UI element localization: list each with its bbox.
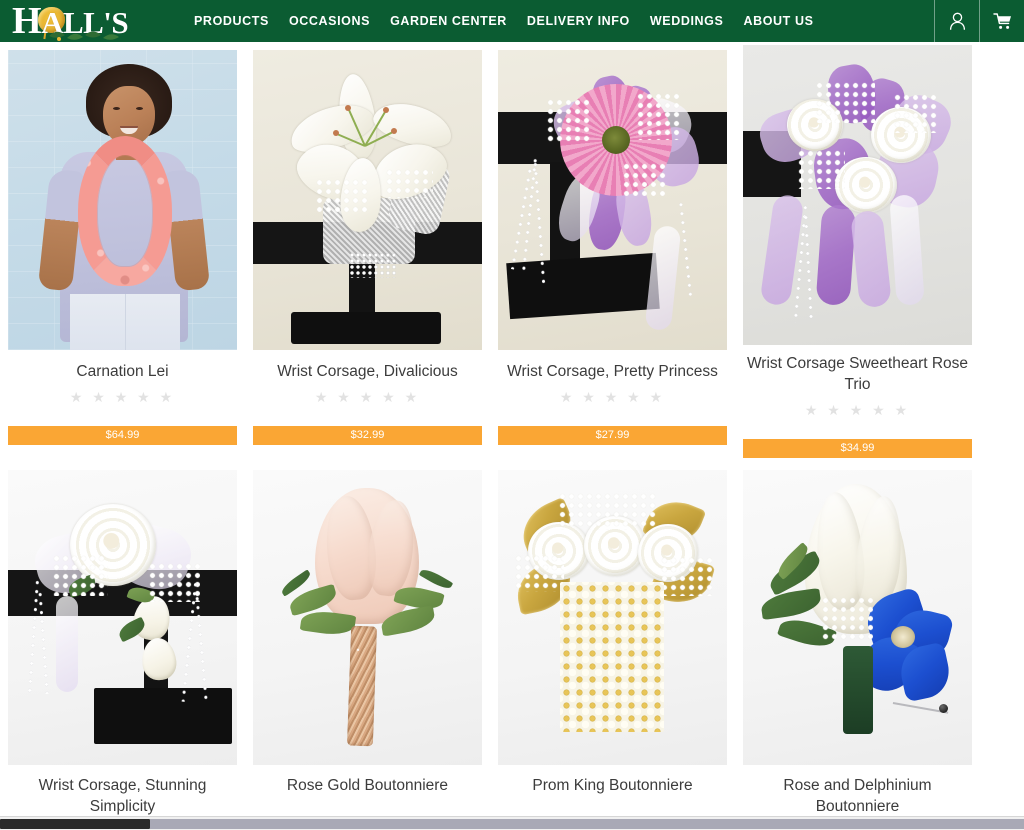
product-card[interactable]: Rose Gold Boutonniere (245, 458, 490, 819)
nav-item-weddings[interactable]: WEDDINGS (649, 11, 725, 31)
scrollbar-thumb[interactable] (0, 819, 150, 829)
nav-item-products[interactable]: PRODUCTS (193, 11, 270, 31)
product-grid: Carnation Lei ★ ★ ★ ★ ★ $64.99 Wrist Cor… (0, 42, 1024, 819)
product-card[interactable]: Wrist Corsage, Divalicious ★ ★ ★ ★ ★ $32… (245, 42, 490, 458)
product-image-carnation-lei[interactable] (8, 50, 237, 350)
product-title[interactable]: Wrist Corsage, Stunning Simplicity (10, 775, 235, 817)
site-logo[interactable]: HALL'S (0, 0, 188, 42)
product-card[interactable]: Wrist Corsage, Stunning Simplicity (0, 458, 245, 819)
product-image-prom-king-boutonniere[interactable] (498, 470, 727, 765)
product-title[interactable]: Wrist Corsage Sweetheart Rose Trio (745, 353, 970, 395)
nav-item-about-us[interactable]: ABOUT US (742, 11, 814, 31)
product-price[interactable]: $64.99 (8, 426, 237, 445)
account-button[interactable] (934, 0, 979, 42)
header-actions (934, 0, 1024, 42)
leaves-decoration-icon (49, 31, 119, 41)
product-image-wrist-corsage-pretty-princess[interactable] (498, 50, 727, 350)
nav-item-occasions[interactable]: OCCASIONS (288, 11, 371, 31)
product-card[interactable]: Prom King Boutonniere (490, 458, 735, 819)
product-title[interactable]: Rose and Delphinium Boutonniere (745, 775, 970, 817)
product-image-wrist-corsage-stunning-simplicity[interactable] (8, 470, 237, 765)
product-image-wrist-corsage-sweetheart-rose-trio[interactable] (743, 45, 972, 345)
product-title[interactable]: Carnation Lei (10, 361, 235, 382)
product-title[interactable]: Rose Gold Boutonniere (255, 775, 480, 796)
product-row: Carnation Lei ★ ★ ★ ★ ★ $64.99 Wrist Cor… (0, 42, 1024, 458)
product-title[interactable]: Prom King Boutonniere (500, 775, 725, 796)
product-rating-stars[interactable]: ★ ★ ★ ★ ★ (315, 390, 420, 404)
product-rating-stars[interactable]: ★ ★ ★ ★ ★ (805, 403, 910, 417)
page-root: HALL'S PRODUCTS OCCASIONS GARDEN CENTER … (0, 0, 1024, 830)
product-price[interactable]: $32.99 (253, 426, 482, 445)
product-card[interactable]: Wrist Corsage Sweetheart Rose Trio ★ ★ ★… (735, 42, 980, 458)
product-image-rose-and-delphinium-boutonniere[interactable] (743, 470, 972, 765)
product-rating-stars[interactable]: ★ ★ ★ ★ ★ (70, 390, 175, 404)
product-image-rose-gold-boutonniere[interactable] (253, 470, 482, 765)
main-navigation: PRODUCTS OCCASIONS GARDEN CENTER DELIVER… (193, 11, 815, 31)
product-price[interactable]: $34.99 (743, 439, 972, 458)
nav-item-delivery-info[interactable]: DELIVERY INFO (526, 11, 631, 31)
product-row: Wrist Corsage, Stunning Simplicity Rose … (0, 458, 1024, 819)
shopping-cart-icon (992, 13, 1011, 29)
nav-item-garden-center[interactable]: GARDEN CENTER (389, 11, 508, 31)
user-account-icon (949, 12, 965, 30)
product-image-wrist-corsage-divalicious[interactable] (253, 50, 482, 350)
horizontal-scrollbar[interactable] (0, 816, 1024, 830)
product-card[interactable]: Rose and Delphinium Boutonniere (735, 458, 980, 819)
product-title[interactable]: Wrist Corsage, Divalicious (255, 361, 480, 382)
product-card[interactable]: Carnation Lei ★ ★ ★ ★ ★ $64.99 (0, 42, 245, 458)
logo-initial: H (12, 0, 42, 42)
product-card[interactable]: Wrist Corsage, Pretty Princess ★ ★ ★ ★ ★… (490, 42, 735, 458)
site-header: HALL'S PRODUCTS OCCASIONS GARDEN CENTER … (0, 0, 1024, 42)
product-rating-stars[interactable]: ★ ★ ★ ★ ★ (560, 390, 665, 404)
cart-button[interactable] (979, 0, 1024, 42)
product-title[interactable]: Wrist Corsage, Pretty Princess (500, 361, 725, 382)
scrollbar-track[interactable] (150, 819, 1024, 829)
product-price[interactable]: $27.99 (498, 426, 727, 445)
